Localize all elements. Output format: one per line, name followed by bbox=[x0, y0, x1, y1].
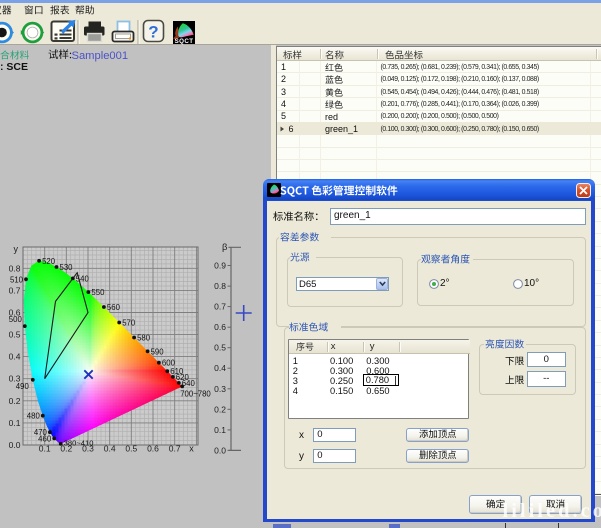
svg-text:480: 480 bbox=[27, 412, 41, 421]
svg-text:0.7: 0.7 bbox=[9, 285, 21, 295]
svg-text:0.5: 0.5 bbox=[125, 444, 137, 454]
svg-text:510: 510 bbox=[10, 275, 24, 284]
svg-text:0.1: 0.1 bbox=[9, 418, 21, 428]
svg-text:y: y bbox=[14, 244, 19, 254]
svg-text:700~780: 700~780 bbox=[180, 389, 211, 398]
svg-text:0.2: 0.2 bbox=[60, 444, 72, 454]
svg-text:0.6: 0.6 bbox=[9, 308, 21, 318]
svg-text:0.4: 0.4 bbox=[9, 352, 21, 362]
svg-text:0.7: 0.7 bbox=[169, 444, 181, 454]
svg-text:460: 460 bbox=[38, 434, 52, 443]
svg-text:0.4: 0.4 bbox=[104, 444, 116, 454]
svg-text:570: 570 bbox=[122, 319, 136, 328]
svg-text:0.8: 0.8 bbox=[214, 281, 226, 291]
svg-text:?: ? bbox=[148, 23, 158, 42]
svg-text:0.2: 0.2 bbox=[9, 396, 21, 406]
svg-text:0.5: 0.5 bbox=[214, 343, 226, 353]
svg-text:0.5: 0.5 bbox=[9, 330, 21, 340]
svg-text:0.3: 0.3 bbox=[214, 384, 226, 394]
svg-text:0.0: 0.0 bbox=[214, 445, 226, 455]
svg-text:0.2: 0.2 bbox=[214, 404, 226, 414]
svg-text:β: β bbox=[222, 242, 228, 253]
svg-text:0.4: 0.4 bbox=[214, 363, 226, 373]
svg-text:560: 560 bbox=[107, 303, 121, 312]
svg-text:520: 520 bbox=[42, 257, 56, 266]
svg-text:0.7: 0.7 bbox=[214, 302, 226, 312]
svg-text:0.6: 0.6 bbox=[214, 322, 226, 332]
svg-text:540: 540 bbox=[76, 274, 90, 283]
svg-text:0.0: 0.0 bbox=[9, 440, 21, 450]
svg-text:530: 530 bbox=[60, 263, 74, 272]
svg-text:0.3: 0.3 bbox=[82, 444, 94, 454]
svg-text:0.9: 0.9 bbox=[214, 261, 226, 271]
svg-text:SQCT: SQCT bbox=[175, 38, 194, 45]
svg-text:550: 550 bbox=[91, 288, 105, 297]
svg-text:0.3: 0.3 bbox=[9, 374, 21, 384]
svg-text:0.6: 0.6 bbox=[147, 444, 159, 454]
svg-text:x: x bbox=[189, 444, 194, 454]
svg-text:0.1: 0.1 bbox=[214, 425, 226, 435]
svg-text:580: 580 bbox=[137, 334, 151, 343]
svg-text:0.8: 0.8 bbox=[9, 263, 21, 273]
svg-text:590: 590 bbox=[151, 347, 165, 356]
svg-text:0.1: 0.1 bbox=[39, 444, 51, 454]
